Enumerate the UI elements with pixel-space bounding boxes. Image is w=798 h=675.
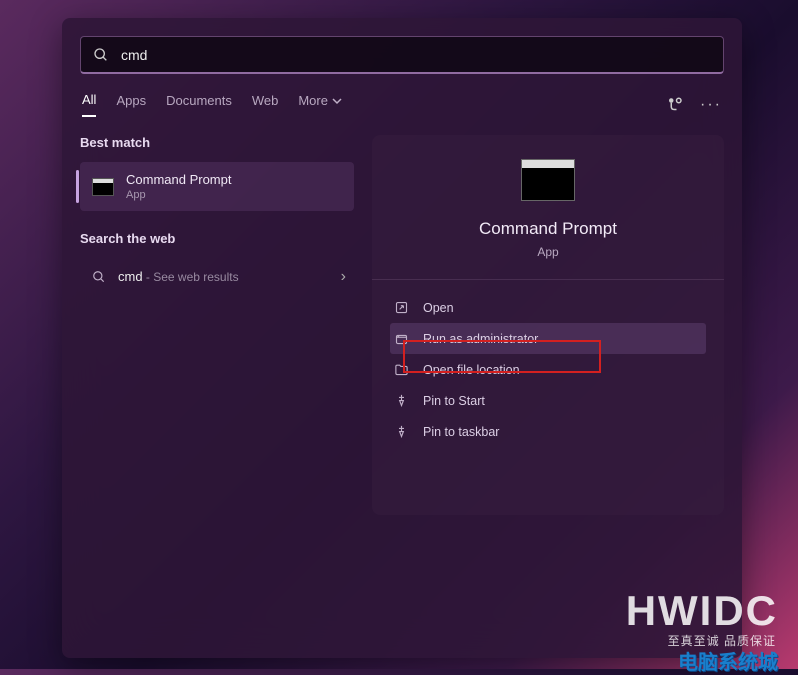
- action-run-as-administrator[interactable]: Run as administrator: [390, 323, 706, 354]
- windows-search-panel: All Apps Documents Web More ··· Best mat…: [62, 18, 742, 658]
- folder-icon: [394, 362, 409, 377]
- divider: [372, 279, 724, 280]
- search-web-label: Search the web: [80, 231, 354, 246]
- preview-title: Command Prompt: [479, 219, 617, 239]
- tab-web[interactable]: Web: [252, 93, 279, 116]
- action-pin-to-start[interactable]: Pin to Start: [390, 385, 706, 416]
- tab-more[interactable]: More: [298, 93, 342, 116]
- action-open-file-location[interactable]: Open file location: [390, 354, 706, 385]
- results-column: Best match Command Prompt App Search the…: [62, 135, 372, 515]
- search-tabs: All Apps Documents Web More ···: [62, 92, 742, 117]
- search-bar[interactable]: [80, 36, 724, 74]
- preview-panel: Command Prompt App Open Run as administr…: [372, 135, 724, 515]
- search-input[interactable]: [121, 47, 711, 63]
- tab-all[interactable]: All: [82, 92, 96, 117]
- action-open[interactable]: Open: [390, 292, 706, 323]
- result-title: Command Prompt: [126, 172, 231, 187]
- web-search-result[interactable]: cmd - See web results ›: [80, 258, 354, 296]
- watermark-secondary: 电脑系统城: [678, 646, 778, 675]
- admin-shield-icon: [394, 331, 409, 346]
- watermark-logo: HWIDC: [626, 587, 778, 635]
- action-pin-to-taskbar[interactable]: Pin to taskbar: [390, 416, 706, 447]
- more-options-icon[interactable]: ···: [700, 96, 722, 114]
- preview-subtitle: App: [537, 245, 558, 259]
- pin-icon: [394, 393, 409, 408]
- command-prompt-icon: [92, 178, 114, 196]
- preview-column: Command Prompt App Open Run as administr…: [372, 135, 742, 515]
- result-subtitle: App: [126, 189, 231, 201]
- open-icon: [394, 300, 409, 315]
- best-match-result[interactable]: Command Prompt App: [80, 162, 354, 211]
- best-match-label: Best match: [80, 135, 354, 150]
- search-icon: [93, 47, 109, 63]
- web-query: cmd: [118, 269, 143, 284]
- tab-apps[interactable]: Apps: [116, 93, 146, 116]
- tab-documents[interactable]: Documents: [166, 93, 232, 116]
- pin-icon: [394, 424, 409, 439]
- settings-flow-icon[interactable]: [666, 96, 684, 114]
- chevron-right-icon: ›: [341, 268, 346, 286]
- search-icon: [92, 270, 106, 284]
- web-suffix: - See web results: [143, 270, 239, 284]
- command-prompt-icon: [521, 159, 575, 201]
- chevron-down-icon: [332, 96, 342, 106]
